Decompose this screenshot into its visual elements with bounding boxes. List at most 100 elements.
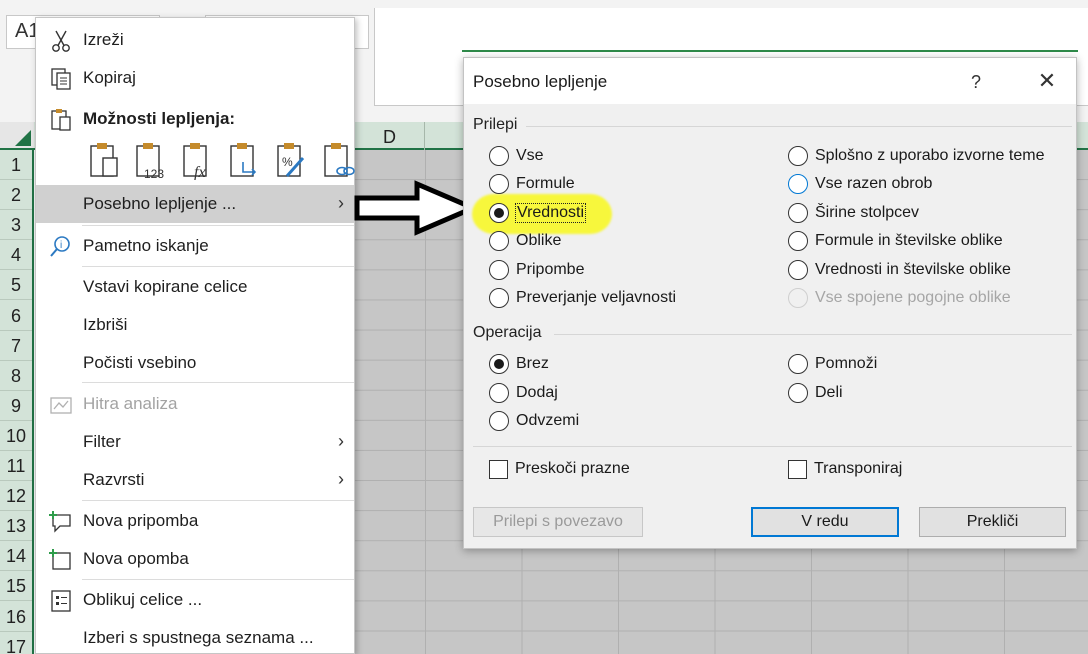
ok-button[interactable]: V redu [751,507,899,537]
option-label: Pomnoži [815,355,878,372]
menu-item-cut[interactable]: Izreži [36,21,354,59]
checkbox[interactable] [489,459,508,479]
checkbox-transpose[interactable]: Transponiraj [788,456,902,482]
radio-paste-merge-conditional: Vse spojene pogojne oblike [788,285,1011,311]
row-header[interactable]: 9 [0,391,32,421]
paste-special-dialog: Posebno lepljenje ? ✕ Prilepi Vse Formul… [463,57,1077,549]
radio-paste-source-theme[interactable]: Splošno z uporabo izvorne teme [788,143,1044,169]
radio-paste-formulas-number-formats[interactable]: Formule in številske oblike [788,228,1003,254]
option-label: Brez [516,355,549,372]
menu-item-label: Hitra analiza [83,394,178,413]
paste-transpose-icon[interactable] [226,140,262,180]
close-button[interactable]: ✕ [1030,66,1064,96]
menu-item-new-note[interactable]: Nova opomba [36,540,354,578]
radio-button[interactable] [788,231,808,251]
row-header[interactable]: 13 [0,511,32,542]
paste-formatting-icon[interactable]: % [273,140,309,180]
row-header[interactable]: 4 [0,240,32,271]
paste-values-icon[interactable]: 123 [132,140,168,180]
paste-group-label: Prilepi [473,116,518,133]
radio-button[interactable] [489,411,509,431]
radio-paste-comments[interactable]: Pripombe [489,257,584,283]
radio-button[interactable] [489,383,509,403]
menu-item-sort[interactable]: Razvrsti › [36,461,354,499]
radio-operation-subtract[interactable]: Odvzemi [489,408,579,434]
radio-paste-all[interactable]: Vse [489,143,544,169]
menu-item-filter[interactable]: Filter › [36,423,354,461]
smart-lookup-icon: i [50,236,70,257]
row-header[interactable]: 16 [0,602,32,632]
radio-paste-column-widths[interactable]: Širine stolpcev [788,200,919,226]
row-header[interactable]: 3 [0,210,32,241]
row-header[interactable]: 15 [0,571,32,602]
radio-button[interactable] [489,146,509,166]
range-border [462,50,1078,56]
option-label: Dodaj [516,384,558,401]
help-button[interactable]: ? [961,68,991,96]
row-header[interactable]: 10 [0,421,32,451]
paste-options-label: Možnosti lepljenja: [83,109,236,128]
quick-analysis-icon [50,397,72,414]
radio-button-selected[interactable] [489,354,509,374]
radio-button[interactable] [489,231,509,251]
menu-item-smart-lookup[interactable]: i Pametno iskanje [36,227,354,265]
radio-button[interactable] [788,203,808,223]
option-label: Vrednosti in številske oblike [815,261,1011,278]
checkbox-skip-blanks[interactable]: Preskoči prazne [489,456,630,482]
radio-button[interactable] [788,383,808,403]
radio-button[interactable] [489,174,509,194]
radio-button-disabled [788,288,808,308]
radio-operation-add[interactable]: Dodaj [489,380,558,406]
row-header[interactable]: 7 [0,331,32,361]
chevron-right-icon: › [338,193,344,213]
row-header[interactable]: 1 [0,150,32,180]
radio-operation-divide[interactable]: Deli [788,380,843,406]
radio-paste-formulas[interactable]: Formule [489,171,575,197]
radio-paste-values-number-formats[interactable]: Vrednosti in številske oblike [788,257,1011,283]
menu-item-pick-from-list[interactable]: Izberi s spustnega seznama ... [36,619,354,654]
menu-separator [82,500,354,501]
menu-item-label: Kopiraj [83,68,136,87]
row-header[interactable]: 14 [0,541,32,572]
option-label: Vse [516,147,544,164]
radio-paste-except-borders[interactable]: Vse razen obrob [788,171,932,197]
paste-link-icon[interactable] [320,140,356,180]
radio-button[interactable] [788,174,808,194]
menu-item-format-cells[interactable]: Oblikuj celice ... [36,581,354,619]
column-header-d[interactable]: D [355,122,425,150]
radio-operation-multiply[interactable]: Pomnoži [788,351,877,377]
paste-icon[interactable] [86,140,122,180]
menu-item-delete[interactable]: Izbriši [36,306,354,344]
radio-button-selected[interactable] [489,203,509,223]
svg-text:123: 123 [144,167,164,180]
radio-button[interactable] [788,260,808,280]
paste-formulas-icon[interactable]: fx [179,140,215,180]
row-header[interactable]: 17 [0,632,32,654]
radio-button[interactable] [788,146,808,166]
menu-item-new-comment[interactable]: Nova pripomba [36,502,354,540]
radio-button[interactable] [788,354,808,374]
checkbox[interactable] [788,459,807,479]
radio-button[interactable] [489,260,509,280]
menu-item-copy[interactable]: Kopiraj [36,59,354,97]
radio-paste-formats[interactable]: Oblike [489,228,561,254]
row-header[interactable]: 5 [0,270,32,301]
clipboard-icon [51,109,71,131]
scissors-icon [52,30,70,52]
row-header[interactable]: 6 [0,301,32,331]
chevron-right-icon: › [338,469,344,489]
group-divider [554,334,1072,335]
menu-item-paste-special[interactable]: Posebno lepljenje ... › [36,185,354,223]
menu-item-clear-contents[interactable]: Počisti vsebino [36,344,354,382]
radio-operation-none[interactable]: Brez [489,351,549,377]
row-header[interactable]: 8 [0,361,32,391]
radio-paste-values[interactable]: Vrednosti [489,200,586,226]
svg-text:fx: fx [194,164,206,180]
row-header[interactable]: 12 [0,481,32,512]
radio-paste-validation[interactable]: Preverjanje veljavnosti [489,285,676,311]
row-header[interactable]: 11 [0,451,32,481]
radio-button[interactable] [489,288,509,308]
row-header[interactable]: 2 [0,180,32,211]
menu-item-insert-copied-cells[interactable]: Vstavi kopirane celice [36,268,354,306]
cancel-button[interactable]: Prekliči [919,507,1066,537]
